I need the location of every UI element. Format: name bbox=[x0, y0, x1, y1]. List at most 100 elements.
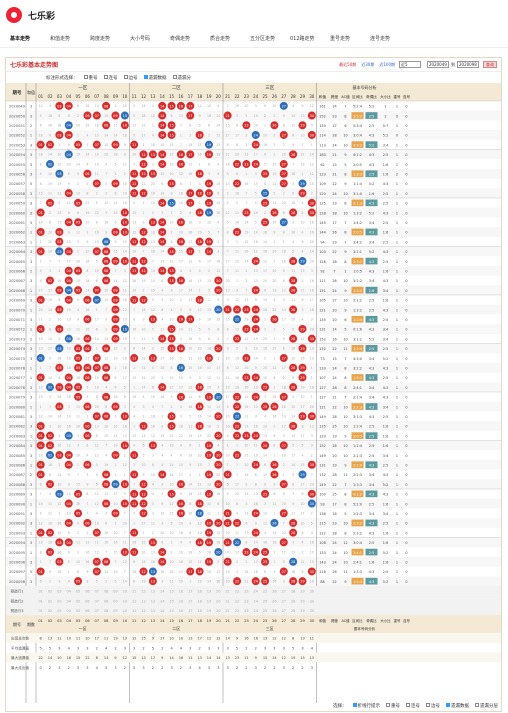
summary-cell: 2 bbox=[264, 666, 266, 670]
omission-cell: 7 bbox=[77, 473, 79, 477]
mark-option-2[interactable]: 边号 bbox=[123, 75, 138, 81]
summary-stat-0: 和值 bbox=[319, 618, 326, 623]
red-ball-number: 24 bbox=[254, 376, 258, 380]
stat-cell: 1 bbox=[396, 124, 398, 128]
checkbox-icon[interactable] bbox=[352, 703, 357, 707]
link-recent-100[interactable]: 近100期 bbox=[379, 62, 395, 68]
predict-row-label: 预选行1 bbox=[10, 589, 23, 594]
header-ball-25: 25 bbox=[263, 94, 269, 99]
query-button[interactable]: 查询 bbox=[483, 61, 497, 68]
omission-cell: 1 bbox=[143, 201, 145, 205]
predict-ball: 02 bbox=[48, 599, 52, 603]
omission-cell: 4 bbox=[236, 512, 238, 516]
red-ball-number: 08 bbox=[104, 502, 108, 506]
nav-tab-3[interactable]: 大小号码 bbox=[130, 35, 170, 42]
checkbox-icon[interactable] bbox=[406, 703, 410, 707]
nav-tab-0[interactable]: 基本走势 bbox=[10, 35, 50, 42]
omission-cell: 16 bbox=[113, 395, 117, 399]
red-ball-number: 18 bbox=[197, 298, 201, 302]
checkbox-icon[interactable] bbox=[123, 75, 128, 79]
nav-tab-4[interactable]: 奇偶走势 bbox=[170, 35, 210, 42]
nav-tab-6[interactable]: 五分区走势 bbox=[250, 35, 290, 42]
stat-cell: 5 bbox=[344, 328, 346, 332]
red-ball-number: 12 bbox=[141, 298, 145, 302]
stat-cell: 145 bbox=[319, 221, 325, 225]
nav-tab-2[interactable]: 跨度走势 bbox=[90, 35, 130, 42]
checkbox-icon[interactable] bbox=[426, 703, 430, 707]
red-ball-number: 02 bbox=[48, 143, 52, 147]
predict-ball: 12 bbox=[141, 590, 145, 594]
omission-cell: 1 bbox=[199, 201, 201, 205]
summary-cell: 23 bbox=[235, 656, 239, 660]
checkbox-icon[interactable] bbox=[475, 703, 479, 707]
red-ball-number: 18 bbox=[197, 172, 201, 176]
mark-option-3[interactable]: 遗漏数据 bbox=[143, 75, 167, 81]
footer-option-4[interactable]: 遗漏数据 bbox=[446, 703, 469, 709]
omission-cell: 7 bbox=[133, 482, 135, 486]
stat-cell: 0 bbox=[405, 318, 407, 322]
omission-cell: 20 bbox=[310, 240, 314, 244]
stat-cell: 2:5 bbox=[383, 347, 388, 351]
checkbox-icon[interactable] bbox=[103, 75, 108, 79]
omission-cell: 2 bbox=[171, 405, 173, 409]
omission-cell: 3 bbox=[77, 434, 79, 438]
omission-cell: 10 bbox=[95, 269, 99, 273]
stat-cell: 9 bbox=[344, 464, 346, 468]
stat-cell: 3:4 bbox=[383, 143, 388, 147]
blue-ball-number: 03 bbox=[57, 172, 61, 176]
nav-tab-9[interactable]: 连号走势 bbox=[370, 35, 410, 42]
omission-cell: 7 bbox=[152, 259, 154, 263]
omission-cell: 1 bbox=[86, 230, 88, 234]
omission-cell: 6 bbox=[227, 143, 229, 147]
mark-option-1[interactable]: 连号 bbox=[103, 75, 118, 81]
omission-cell: 17 bbox=[272, 347, 276, 351]
checkbox-icon[interactable] bbox=[386, 703, 390, 707]
omission-cell: 10 bbox=[282, 453, 286, 457]
mark-option-4[interactable]: 遗漏分 bbox=[172, 75, 191, 81]
link-recent-30[interactable]: 近30期 bbox=[361, 62, 374, 68]
red-ball-number: 12 bbox=[141, 153, 145, 157]
omission-cell: 17 bbox=[123, 376, 127, 380]
range-select[interactable]: 近5 bbox=[399, 61, 421, 68]
stat-cell: 0 bbox=[405, 347, 407, 351]
red-ball-number: 18 bbox=[197, 424, 201, 428]
red-ball-number: 12 bbox=[141, 492, 145, 496]
checkbox-icon[interactable] bbox=[172, 75, 177, 79]
footer-option-0[interactable]: 折线行提示 bbox=[352, 703, 380, 709]
omission-cell: 3 bbox=[255, 415, 257, 419]
nav-tab-7[interactable]: 012路走势 bbox=[290, 35, 330, 42]
omission-cell: 13 bbox=[263, 434, 267, 438]
summary-cell: 14 bbox=[207, 656, 212, 660]
stat-cell: 1 bbox=[396, 425, 398, 429]
omission-cell: 8 bbox=[301, 424, 303, 428]
footer-option-5[interactable]: 遗漏分层 bbox=[475, 703, 498, 709]
mark-option-0[interactable]: 重号 bbox=[83, 75, 98, 81]
checkbox-icon[interactable] bbox=[143, 75, 148, 79]
omission-cell: 15 bbox=[272, 308, 276, 312]
omission-cell: 2 bbox=[77, 531, 79, 535]
omission-cell: 6 bbox=[114, 221, 116, 225]
stat-cell: 0 bbox=[405, 173, 407, 177]
nav-tab-1[interactable]: 和值走势 bbox=[50, 35, 90, 42]
checkbox-icon[interactable] bbox=[83, 75, 88, 79]
predict-ball: 28 bbox=[291, 609, 295, 613]
footer-option-2[interactable]: 连号 bbox=[406, 703, 420, 709]
stat-cell: 0 bbox=[405, 531, 407, 535]
summary-ball-13: 13 bbox=[151, 619, 156, 623]
stat-cell: 149 bbox=[319, 415, 325, 419]
from-issue-input[interactable]: 2020049 bbox=[427, 61, 449, 68]
stat-cell: 1 bbox=[344, 270, 346, 274]
sum-cell: 3 bbox=[30, 299, 32, 303]
red-ball-number: 29 bbox=[300, 347, 304, 351]
footer-option-3[interactable]: 边号 bbox=[426, 703, 440, 709]
omission-cell: 14 bbox=[141, 366, 145, 370]
omission-cell: 5 bbox=[227, 492, 229, 496]
omission-cell: 16 bbox=[198, 153, 202, 157]
omission-cell: 10 bbox=[244, 463, 248, 467]
nav-tab-8[interactable]: 重号走势 bbox=[330, 35, 370, 42]
nav-tab-5[interactable]: 质合走势 bbox=[210, 35, 250, 42]
checkbox-icon[interactable] bbox=[446, 703, 450, 707]
footer-option-1[interactable]: 重号 bbox=[386, 703, 400, 709]
link-recent-50[interactable]: 最近50期 bbox=[339, 62, 356, 68]
to-issue-input[interactable]: 2020098 bbox=[457, 61, 479, 68]
